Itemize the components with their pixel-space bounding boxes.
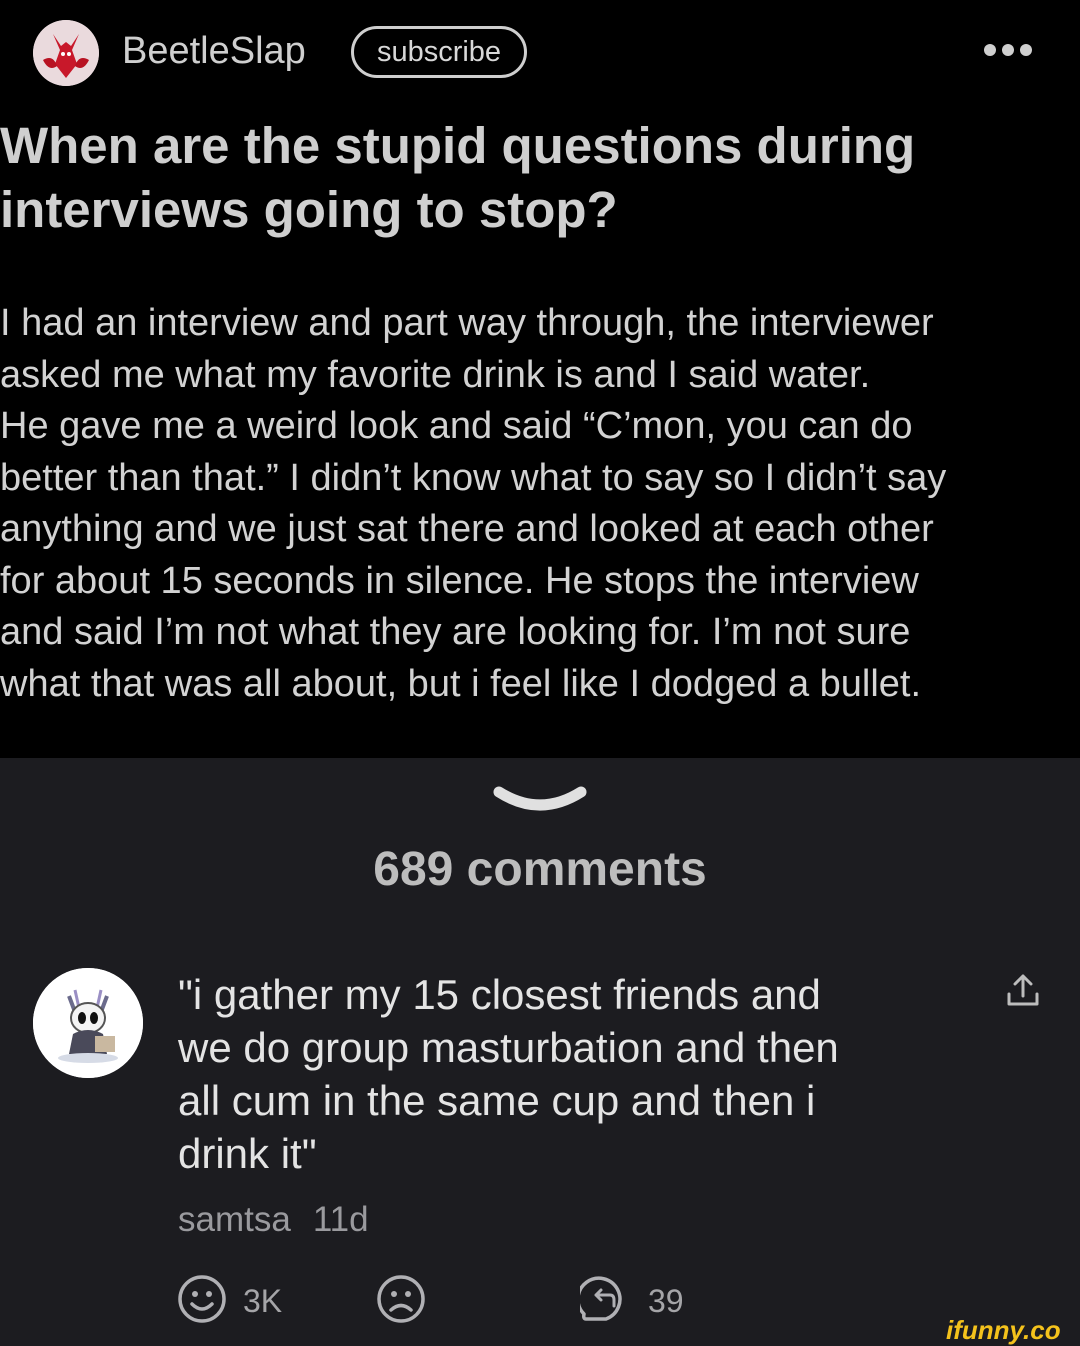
post-body-line: anything and we just sat there and looke… — [0, 508, 934, 550]
comment-text: "i gather my 15 closest friends and we d… — [178, 968, 958, 1180]
post-title-line: When are the stupid questions during — [0, 117, 916, 174]
post-card: BeetleSlap subscribe When are the stupid… — [0, 0, 1080, 758]
post-title-line: interviews going to stop? — [0, 181, 618, 238]
comment-line: "i gather my 15 closest friends and — [178, 971, 821, 1018]
subscribe-button[interactable]: subscribe — [351, 26, 527, 78]
comment-time: 11d — [312, 1200, 369, 1239]
reply-button[interactable]: 39 — [576, 1274, 684, 1329]
frown-button[interactable] — [376, 1274, 426, 1329]
commenter-avatar[interactable] — [33, 968, 143, 1078]
frown-icon[interactable] — [376, 1274, 426, 1329]
post-body-line: for about 15 seconds in silence. He stop… — [0, 559, 919, 602]
reply-count: 39 — [648, 1283, 684, 1319]
comment-meta: samtsa 11d — [178, 1200, 369, 1240]
post-body-line: He gave me a weird look and said “C’mon,… — [0, 405, 913, 447]
post-body-line: asked me what my favorite drink is and I… — [0, 353, 871, 396]
comment-line: we do group masturbation and then — [178, 1024, 839, 1071]
post-body-line: better than that.” I didn’t know what to… — [0, 456, 947, 499]
post-title: When are the stupid questions during int… — [0, 114, 1060, 242]
post-body-line: and said I’m not what they are looking f… — [0, 611, 911, 653]
smile-button[interactable]: 3K — [177, 1274, 282, 1329]
chevron-down-icon[interactable] — [493, 784, 587, 821]
more-icon[interactable] — [984, 44, 1032, 56]
reply-icon[interactable] — [576, 1274, 632, 1329]
share-icon[interactable] — [1005, 972, 1041, 1015]
post-body-line: what that was all about, but i feel like… — [0, 662, 922, 705]
comments-count: 689 comments — [373, 843, 707, 896]
watermark-logo: ifunny.co — [946, 1315, 1061, 1345]
post-author[interactable]: BeetleSlap — [122, 30, 306, 73]
post-body-line: I had an interview and part way through,… — [0, 302, 934, 344]
smile-icon[interactable] — [177, 1274, 227, 1329]
post-body: I had an interview and part way through,… — [0, 298, 1080, 710]
smile-count: 3K — [243, 1283, 283, 1319]
comment-line: all cum in the same cup and then i — [178, 1077, 816, 1124]
comment-line: drink it" — [178, 1130, 317, 1177]
avatar[interactable] — [33, 20, 99, 86]
comment-author[interactable]: samtsa — [178, 1200, 291, 1239]
